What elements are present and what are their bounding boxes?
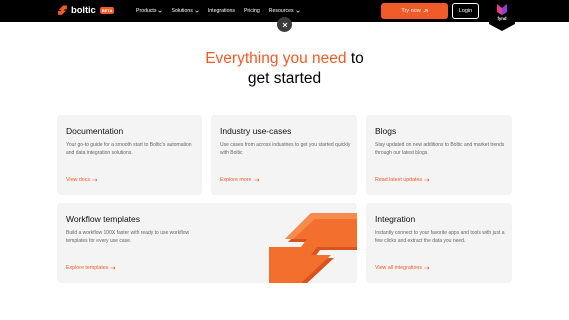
fynd-badge[interactable]: fynd — [489, 0, 515, 31]
arrow-right-icon — [424, 178, 430, 182]
nav-resources[interactable]: Resources — [269, 8, 300, 14]
login-label: Login — [458, 8, 473, 14]
boltic-3d-logo-icon — [269, 213, 357, 283]
login-button[interactable]: Login — [452, 3, 479, 19]
card-description: Your go-to guide for a smooth start to B… — [66, 142, 192, 156]
card-description: Instantly connect to your favorite apps … — [375, 230, 505, 244]
boltic-logo-icon — [58, 5, 67, 15]
try-now-button[interactable]: Try now — [381, 3, 448, 19]
explore-more-label: Explore more — [220, 177, 252, 183]
arrow-right-icon — [253, 178, 259, 182]
nav-integrations[interactable]: Integrations — [208, 8, 235, 14]
close-button[interactable] — [277, 17, 292, 32]
arrow-right-icon — [423, 9, 428, 13]
main-nav: Products Solutions Integrations Pricing … — [136, 0, 300, 22]
card-title: Industry use-cases — [220, 126, 292, 136]
brand-logo[interactable]: boltic BETA — [57, 5, 115, 16]
fynd-label: fynd — [497, 16, 507, 21]
arrow-right-icon — [424, 266, 430, 270]
nav-solutions[interactable]: Solutions — [171, 8, 199, 14]
card-title: Documentation — [66, 126, 124, 136]
read-latest-updates-link[interactable]: Read latest updates — [375, 177, 430, 183]
nav-pricing[interactable]: Pricing — [244, 8, 260, 14]
arrow-right-icon — [110, 266, 116, 270]
nav-solutions-label: Solutions — [171, 8, 193, 14]
card-blogs: Blogs Stay updated on new additions to B… — [366, 115, 512, 195]
close-icon — [282, 22, 287, 27]
chevron-down-icon — [158, 10, 163, 13]
nav-products[interactable]: Products — [136, 8, 163, 14]
card-description: Stay updated on new additions to Boltic … — [375, 142, 505, 156]
card-documentation: Documentation Your go-to guide for a smo… — [57, 115, 202, 195]
explore-templates-link[interactable]: Explore templates — [66, 265, 116, 271]
hero-title-rest-1: to — [346, 50, 364, 67]
chevron-down-icon — [295, 10, 300, 13]
card-description: Use cases from across industries to get … — [220, 142, 351, 156]
try-now-label: Try now — [401, 8, 421, 14]
hero-title-rest-2: get started — [247, 70, 322, 87]
view-all-integrations-label: View all integrations — [375, 265, 423, 271]
hero-title: Everything you need to get started — [0, 49, 569, 89]
brand-name: boltic — [71, 5, 96, 16]
nav-products-label: Products — [136, 8, 157, 14]
card-industry-use-cases: Industry use-cases Use cases from across… — [211, 115, 357, 195]
nav-resources-label: Resources — [268, 8, 294, 14]
read-latest-updates-label: Read latest updates — [375, 177, 423, 183]
arrow-right-icon — [92, 178, 98, 182]
card-description: Build a workflow 100X faster with ready … — [66, 230, 190, 244]
card-workflow-templates: Workflow templates Build a workflow 100X… — [57, 203, 357, 283]
card-title: Integration — [375, 214, 416, 224]
card-title: Blogs — [375, 126, 397, 136]
view-docs-label: View docs — [66, 177, 91, 183]
hero-title-accent: Everything you need — [205, 50, 347, 67]
beta-badge: BETA — [99, 7, 115, 14]
explore-templates-label: Explore templates — [66, 265, 109, 271]
chevron-down-icon — [195, 10, 199, 13]
card-title: Workflow templates — [66, 214, 141, 224]
explore-more-link[interactable]: Explore more — [220, 177, 260, 183]
card-integration: Integration Instantly connect to your fa… — [366, 203, 512, 283]
nav-integrations-label: Integrations — [207, 8, 235, 14]
view-all-integrations-link[interactable]: View all integrations — [375, 265, 430, 271]
view-docs-link[interactable]: View docs — [66, 177, 98, 183]
nav-pricing-label: Pricing — [243, 8, 260, 14]
